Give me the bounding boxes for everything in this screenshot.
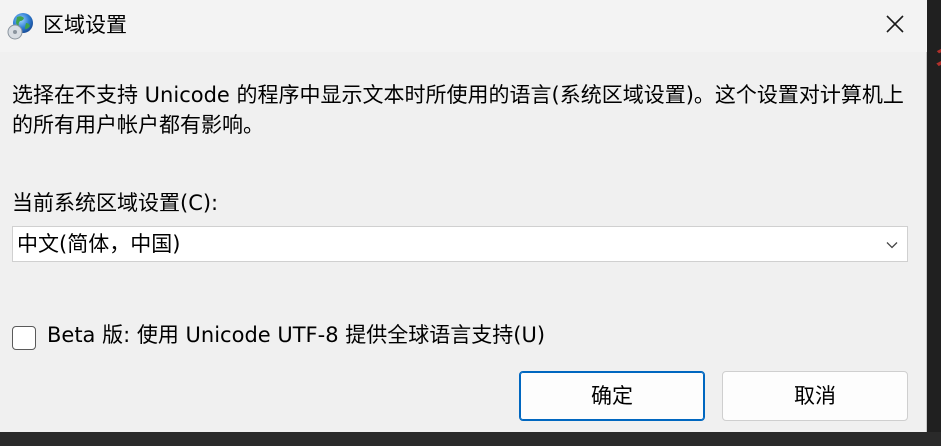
system-locale-label: 当前系统区域设置(C): xyxy=(12,191,219,215)
ok-button[interactable]: 确定 xyxy=(519,371,705,421)
region-settings-dialog: 区域设置 选择在不支持 Unicode 的程序中显示文本时所使用的语言(系统区域… xyxy=(0,0,927,432)
background-window: 彳 xyxy=(927,0,941,446)
globe-icon xyxy=(6,11,36,41)
chevron-down-icon xyxy=(885,237,899,251)
beta-utf8-label[interactable]: Beta 版: 使用 Unicode UTF-8 提供全球语言支持(U) xyxy=(47,320,545,350)
description-text: 选择在不支持 Unicode 的程序中显示文本时所使用的语言(系统区域设置)。这… xyxy=(12,83,904,137)
cancel-button[interactable]: 取消 xyxy=(722,371,908,421)
system-locale-select[interactable]: 中文(简体，中国) xyxy=(12,226,908,262)
beta-utf8-checkbox[interactable] xyxy=(12,326,36,350)
close-button[interactable] xyxy=(872,8,918,44)
title-bar[interactable]: 区域设置 xyxy=(0,0,927,52)
window-title: 区域设置 xyxy=(43,13,127,37)
background-glyph: 彳 xyxy=(928,40,941,80)
background-window-bottom xyxy=(0,432,941,446)
system-locale-value: 中文(简体，中国) xyxy=(17,232,181,256)
close-icon xyxy=(886,15,904,37)
